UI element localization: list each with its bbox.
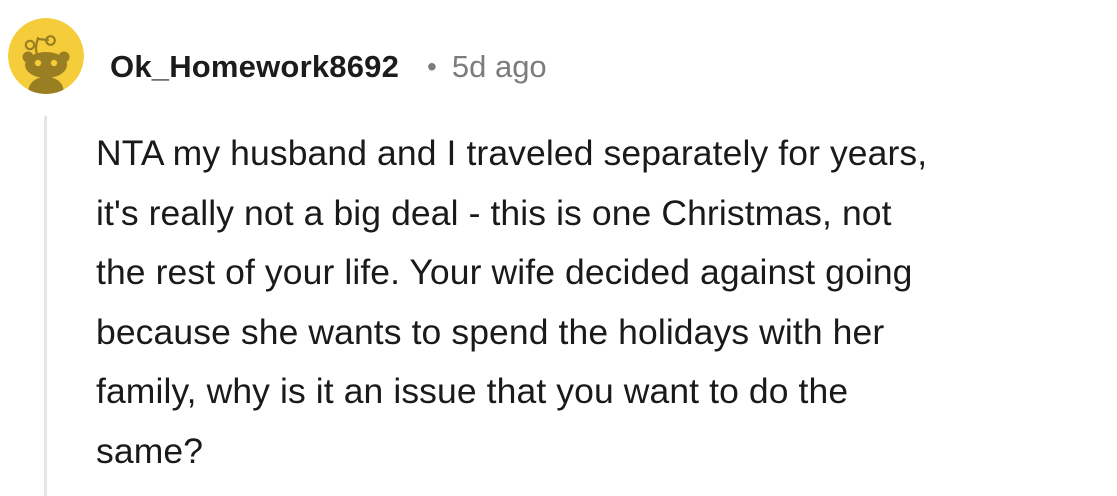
- comment-header: Ok_Homework8692 • 5d ago: [110, 44, 547, 90]
- comment-body-line: family, why is it an issue that you want…: [96, 371, 849, 411]
- comment-body-line: because she wants to spend the holidays …: [96, 311, 885, 352]
- timestamp[interactable]: 5d ago: [452, 49, 547, 85]
- comment-body-line: it's really not a big deal - this is one…: [96, 192, 892, 233]
- comment-body-line: the rest of your life. Your wife decided…: [96, 252, 913, 292]
- comment-body-line: same?: [96, 430, 204, 471]
- meta-separator: •: [427, 51, 437, 82]
- comment-body: NTA my husband and I traveled separately…: [96, 124, 1108, 481]
- username-link[interactable]: Ok_Homework8692: [110, 49, 399, 85]
- snoo-avatar-icon[interactable]: [8, 18, 84, 94]
- thread-line[interactable]: [44, 116, 47, 496]
- avatar-graphic: [8, 18, 84, 94]
- comment-body-line: NTA my husband and I traveled separately…: [96, 133, 928, 173]
